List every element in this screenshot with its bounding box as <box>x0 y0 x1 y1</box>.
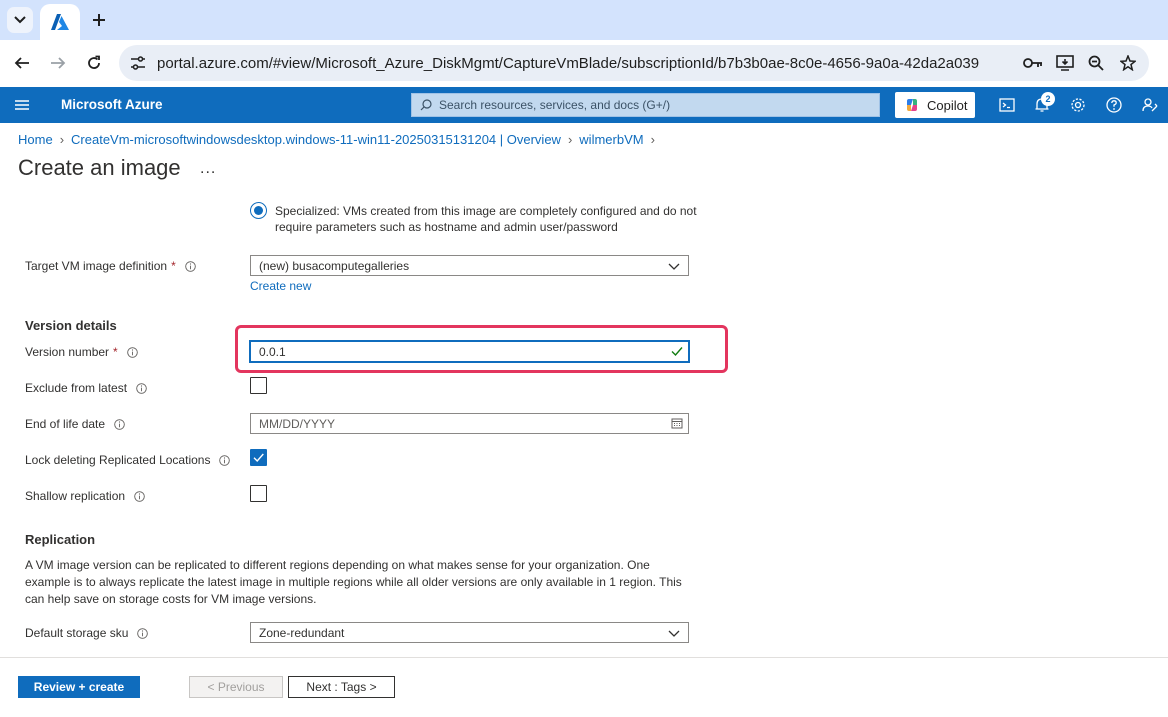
checkmark-icon <box>671 347 683 357</box>
calendar-icon[interactable] <box>671 417 683 429</box>
version-details-heading: Version details <box>25 318 117 333</box>
version-number-label: Version number * <box>25 345 138 359</box>
browser-tab-strip <box>0 0 1168 40</box>
azure-brand[interactable]: Microsoft Azure <box>61 97 163 112</box>
global-search-input[interactable]: Search resources, services, and docs (G+… <box>411 93 880 117</box>
browser-tab-azure[interactable] <box>40 4 80 40</box>
default-storage-sku-value: Zone-redundant <box>259 626 345 640</box>
back-button[interactable] <box>9 50 35 76</box>
lock-deleting-checkbox[interactable] <box>250 449 267 466</box>
end-of-life-label: End of life date <box>25 417 125 431</box>
plus-icon <box>93 14 105 26</box>
breadcrumb-home[interactable]: Home <box>18 132 53 147</box>
info-icon[interactable] <box>134 490 145 502</box>
feedback-icon[interactable] <box>1139 94 1161 116</box>
forward-button[interactable] <box>45 50 71 76</box>
chevron-right-icon: › <box>650 132 655 147</box>
default-storage-sku-label: Default storage sku <box>25 626 149 640</box>
chevron-right-icon: › <box>567 132 573 147</box>
info-icon[interactable] <box>136 382 147 394</box>
chevron-down-icon <box>668 263 680 270</box>
specialized-description: Specialized: VMs created from this image… <box>275 204 697 234</box>
install-app-icon[interactable] <box>1054 52 1076 74</box>
specialized-radio[interactable] <box>250 202 267 219</box>
chevron-right-icon: › <box>59 132 65 147</box>
lock-deleting-label: Lock deleting Replicated Locations <box>25 453 231 467</box>
create-new-link[interactable]: Create new <box>250 279 311 293</box>
page-title: Create an image <box>18 155 181 180</box>
version-number-input[interactable] <box>249 340 690 363</box>
info-icon[interactable] <box>126 346 138 358</box>
review-create-button[interactable]: Review + create <box>18 676 140 698</box>
bookmark-star-icon[interactable] <box>1117 52 1139 74</box>
shallow-replication-label: Shallow replication <box>25 489 145 503</box>
help-question-icon[interactable] <box>1103 94 1125 116</box>
chevron-down-icon <box>14 16 26 24</box>
reload-icon <box>88 55 100 69</box>
default-storage-sku-select[interactable]: Zone-redundant <box>250 622 689 643</box>
shallow-replication-checkbox[interactable] <box>250 485 267 502</box>
target-image-definition-select[interactable]: (new) busacomputegalleries <box>250 255 689 276</box>
replication-description: A VM image version can be replicated to … <box>25 558 682 606</box>
arrow-right-icon <box>51 57 66 69</box>
replication-heading: Replication <box>25 532 96 547</box>
end-of-life-date-input[interactable] <box>250 413 689 434</box>
address-bar[interactable]: portal.azure.com/#view/Microsoft_Azure_D… <box>119 45 1149 81</box>
footer-divider <box>0 657 1168 658</box>
notification-count-badge: 2 <box>1041 92 1055 106</box>
more-options-button[interactable]: ... <box>200 160 216 178</box>
target-image-definition-value: (new) busacomputegalleries <box>259 259 410 273</box>
copilot-icon <box>907 99 917 111</box>
info-icon[interactable] <box>137 627 149 639</box>
settings-gear-icon[interactable] <box>1067 94 1089 116</box>
url-text[interactable]: portal.azure.com/#view/Microsoft_Azure_D… <box>157 55 979 72</box>
info-icon[interactable] <box>184 260 196 272</box>
reload-button[interactable] <box>81 50 107 76</box>
hamburger-menu-icon[interactable] <box>12 96 32 114</box>
checkmark-icon <box>253 453 264 463</box>
info-icon[interactable] <box>219 454 231 466</box>
password-key-icon[interactable] <box>1022 52 1044 74</box>
info-icon[interactable] <box>114 418 125 430</box>
azure-logo-icon <box>51 14 69 30</box>
target-image-definition-label: Target VM image definition * <box>25 259 196 273</box>
breadcrumb-vm[interactable]: wilmerbVM <box>579 132 643 147</box>
cloud-shell-icon[interactable] <box>996 94 1018 116</box>
scrollbar[interactable] <box>1160 188 1168 653</box>
next-tags-button[interactable]: Next : Tags > <box>288 676 395 698</box>
breadcrumb-vm-overview[interactable]: CreateVm-microsoftwindowsdesktop.windows… <box>71 132 561 147</box>
azure-top-bar: Microsoft Azure Search resources, servic… <box>0 87 1168 123</box>
copilot-button[interactable]: Copilot <box>895 92 975 118</box>
browser-toolbar: portal.azure.com/#view/Microsoft_Azure_D… <box>0 40 1168 87</box>
chevron-down-icon <box>668 630 680 637</box>
copilot-label: Copilot <box>927 97 968 113</box>
search-icon <box>420 99 432 111</box>
new-tab-button[interactable] <box>86 7 112 33</box>
breadcrumb: Home › CreateVm-microsoftwindowsdesktop.wi… <box>18 132 662 147</box>
site-info-icon[interactable] <box>127 52 149 74</box>
exclude-from-latest-checkbox[interactable] <box>250 377 267 394</box>
zoom-icon[interactable] <box>1085 52 1107 74</box>
tab-search-button[interactable] <box>7 7 33 33</box>
search-placeholder: Search resources, services, and docs (G+… <box>439 98 671 112</box>
arrow-left-icon <box>14 57 29 69</box>
previous-button: < Previous <box>189 676 283 698</box>
exclude-from-latest-label: Exclude from latest <box>25 381 147 395</box>
